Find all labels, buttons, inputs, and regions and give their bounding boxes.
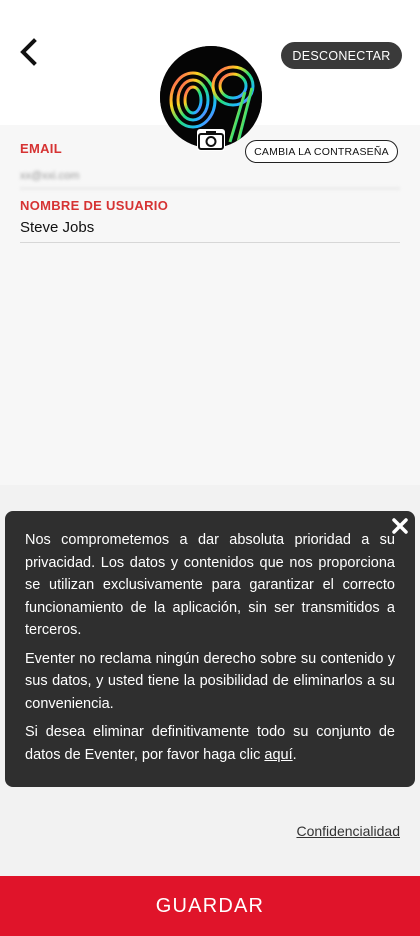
email-field[interactable]: xx@xxi.com: [20, 170, 400, 189]
username-field[interactable]: Steve Jobs: [20, 219, 400, 243]
privacy-paragraph-2: Eventer no reclama ningún derecho sobre …: [25, 650, 395, 712]
email-label: EMAIL: [20, 141, 62, 156]
confidentiality-link[interactable]: Confidencialidad: [296, 823, 400, 839]
close-icon: [392, 518, 408, 534]
change-password-button[interactable]: CAMBIA LA CONTRASEÑA: [245, 140, 398, 163]
privacy-delete-text: Si desea eliminar definitivamente todo s…: [25, 724, 395, 763]
save-button[interactable]: GUARDAR: [0, 876, 420, 936]
privacy-link-suffix: .: [292, 746, 297, 763]
privacy-notice: Nos comprometemos a dar absoluta priorid…: [5, 511, 415, 787]
disconnect-button[interactable]: DESCONECTAR: [281, 42, 402, 69]
username-label: NOMBRE DE USUARIO: [20, 198, 169, 213]
delete-data-link[interactable]: aquí: [264, 747, 292, 763]
privacy-paragraph-3: Si desea eliminar definitivamente todo s…: [25, 721, 395, 766]
back-button[interactable]: [14, 34, 44, 70]
camera-button[interactable]: [194, 126, 228, 154]
avatar-container[interactable]: [160, 46, 262, 151]
chevron-left-icon: [20, 38, 37, 66]
close-button[interactable]: [389, 515, 411, 537]
camera-icon: [197, 129, 225, 151]
privacy-paragraph-1: Nos comprometemos a dar absoluta priorid…: [25, 532, 395, 638]
